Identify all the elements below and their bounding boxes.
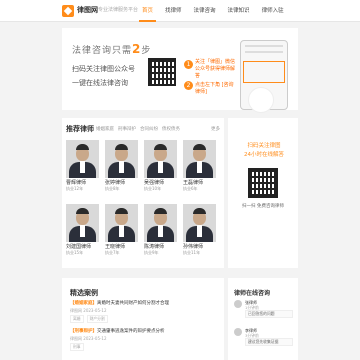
case-item[interactable]: 【婚姻家庭】离婚时夫妻共同财产如何分割才合理 xyxy=(70,300,218,306)
lawyer-card[interactable]: 王晓律师 执业7年 xyxy=(105,204,138,256)
case-item[interactable]: 【刑事辩护】交通肇事逃逸案件的辩护要点分析 xyxy=(70,328,218,334)
side-qr-panel: 扫码关注律图 24小时在线解答 扫一扫 免费咨询律师 xyxy=(228,118,298,268)
consult-title: 律师在线咨询 xyxy=(234,290,271,297)
lawyer-tab[interactable]: 债权债务 xyxy=(162,126,180,132)
lawyer-tab[interactable]: 合同纠纷 xyxy=(140,126,158,132)
cases-title: 精选案例 xyxy=(70,289,98,297)
lawyer-tab[interactable]: 婚姻家庭 xyxy=(96,126,114,132)
step-1-badge: 1 xyxy=(184,60,193,69)
step-1-text: 关注「律图」微信公众号获得律师解答 xyxy=(195,59,236,79)
lawyer-years: 执业10年 xyxy=(144,186,162,191)
lawyer-years: 执业11年 xyxy=(183,250,201,255)
lawyer-years: 执业8年 xyxy=(105,186,120,191)
consult-banner: 法律咨询只需2步 扫码关注律图公众号 一键在线法律咨询 1 关注「律图」微信公众… xyxy=(62,28,298,113)
lawyer-years: 执业15年 xyxy=(66,250,84,255)
case-tag[interactable]: 离婚 xyxy=(70,315,84,323)
side-text-2: 24小时在线解答 xyxy=(244,152,284,158)
wechat-qr-code xyxy=(148,58,176,86)
phone-line xyxy=(245,51,283,53)
side-text-1: 扫码关注律图 xyxy=(247,143,281,149)
lawyer-card[interactable]: 王磊律师 执业6年 xyxy=(183,140,216,192)
main-nav: 首页 找律师 法律咨询 法律知识 律师入驻 xyxy=(136,0,290,22)
phone-mockup xyxy=(240,40,288,113)
brand-subtitle: 专业法律服务平台 xyxy=(98,7,139,13)
consult-bubble: 建议您先收集证据 xyxy=(245,338,293,346)
lawyer-card[interactable]: 陈涛律师 执业9年 xyxy=(144,204,177,256)
consult-bubble: 已回答您的问题 xyxy=(245,310,293,318)
avatar xyxy=(234,328,242,336)
nav-item-knowledge[interactable]: 法律知识 xyxy=(222,0,256,22)
lawyer-photo[interactable] xyxy=(183,204,216,242)
step-2-badge: 2 xyxy=(184,81,193,90)
case-tag[interactable]: 刑事 xyxy=(70,343,84,351)
case-tag[interactable]: 财产分割 xyxy=(86,315,108,323)
side-qr-code xyxy=(248,168,278,198)
lawyer-name[interactable]: 吴强律师 xyxy=(144,179,177,186)
phone-highlight xyxy=(243,61,285,83)
lawyer-card[interactable]: 孙伟律师 执业11年 xyxy=(183,204,216,256)
lawyer-photo[interactable] xyxy=(66,204,99,242)
recommended-lawyers: 推荐律师 婚姻家庭 刑事辩护 合同纠纷 债权债务 更多 曹辉律师 执业12年 张… xyxy=(62,118,224,268)
banner-title: 法律咨询只需2步 xyxy=(72,42,151,56)
nav-item-home[interactable]: 首页 xyxy=(136,0,159,22)
lawyer-name[interactable]: 刘建国律师 xyxy=(66,243,99,250)
lawyer-card[interactable]: 刘建国律师 执业15年 xyxy=(66,204,99,256)
logo-icon[interactable] xyxy=(62,5,74,17)
case-meta: 律图网 2023-05-12 xyxy=(70,308,107,313)
lawyer-card[interactable]: 曹辉律师 执业12年 xyxy=(66,140,99,192)
step-2-text: 点击左下角 [咨询律师] xyxy=(195,82,234,95)
lawyer-years: 执业7年 xyxy=(105,250,120,255)
brand-name[interactable]: 律图网 xyxy=(77,5,98,15)
nav-item-consult[interactable]: 法律咨询 xyxy=(188,0,222,22)
avatar xyxy=(234,300,242,308)
lawyer-tabs: 婚姻家庭 刑事辩护 合同纠纷 债权债务 xyxy=(96,126,180,132)
lawyer-years: 执业6年 xyxy=(183,186,198,191)
case-tags: 离婚 财产分割 xyxy=(70,315,108,323)
case-category: 【刑事辩护】 xyxy=(70,329,97,334)
case-tags: 刑事 xyxy=(70,343,84,351)
nav-item-find-lawyer[interactable]: 找律师 xyxy=(159,0,188,22)
featured-cases: 精选案例 【婚姻家庭】离婚时夫妻共同财产如何分割才合理 律图网 2023-05-… xyxy=(62,278,224,360)
banner-title-suffix: 步 xyxy=(141,46,152,56)
side-qr-label: 扫一扫 免费咨询律师 xyxy=(242,204,284,209)
banner-line-1: 扫码关注律图公众号 xyxy=(72,65,135,73)
lawyer-name[interactable]: 孙伟律师 xyxy=(183,243,216,250)
lawyer-photo[interactable] xyxy=(144,140,177,178)
phone-line xyxy=(245,45,283,47)
case-meta: 律图网 2023-05-12 xyxy=(70,336,107,341)
lawyer-tab[interactable]: 刑事辩护 xyxy=(118,126,136,132)
case-title[interactable]: 离婚时夫妻共同财产如何分割才合理 xyxy=(97,301,169,306)
top-header: 律图网 专业法律服务平台 首页 找律师 法律咨询 法律知识 律师入驻 xyxy=(0,0,360,22)
lawyer-card[interactable]: 张婷律师 执业8年 xyxy=(105,140,138,192)
lawyer-name[interactable]: 张婷律师 xyxy=(105,179,138,186)
banner-line-2: 一键在线法律咨询 xyxy=(72,79,128,87)
lawyer-name[interactable]: 王晓律师 xyxy=(105,243,138,250)
lawyer-name[interactable]: 曹辉律师 xyxy=(66,179,99,186)
lawyer-photo[interactable] xyxy=(183,140,216,178)
lawyer-photo[interactable] xyxy=(105,140,138,178)
case-category: 【婚姻家庭】 xyxy=(70,301,97,306)
lawyer-photo[interactable] xyxy=(144,204,177,242)
lawyer-name[interactable]: 王磊律师 xyxy=(183,179,216,186)
lawyer-photo[interactable] xyxy=(66,140,99,178)
online-consult-panel: 律师在线咨询 张律师 1分钟前 已回答您的问题 李律师 3分钟前 建议您先收集证… xyxy=(228,278,298,360)
lawyer-photo[interactable] xyxy=(105,204,138,242)
case-title[interactable]: 交通肇事逃逸案件的辩护要点分析 xyxy=(97,329,165,334)
banner-title-prefix: 法律咨询只需 xyxy=(72,46,133,56)
lawyers-more-link[interactable]: 更多 xyxy=(211,126,220,132)
lawyer-years: 执业12年 xyxy=(66,186,84,191)
lawyer-years: 执业9年 xyxy=(144,250,159,255)
lawyer-card[interactable]: 吴强律师 执业10年 xyxy=(144,140,177,192)
banner-title-num: 2 xyxy=(132,42,142,56)
phone-zoom-circle xyxy=(248,87,274,113)
nav-item-join[interactable]: 律师入驻 xyxy=(256,0,290,22)
lawyer-name[interactable]: 陈涛律师 xyxy=(144,243,177,250)
lawyers-title: 推荐律师 xyxy=(66,125,94,133)
